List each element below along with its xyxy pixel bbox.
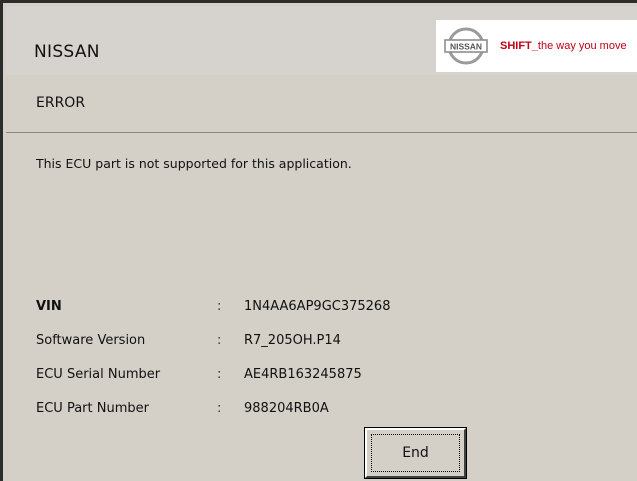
dialog-heading-bar: ERROR <box>6 75 637 133</box>
error-message: This ECU part is not supported for this … <box>36 156 352 171</box>
end-button[interactable]: End <box>365 428 466 478</box>
ecu-part-number-value: 988204RB0A <box>244 401 329 416</box>
ecu-serial-number-separator: : <box>217 367 222 382</box>
ecu-part-number-separator: : <box>217 401 222 416</box>
software-version-label: Software Version <box>36 333 146 348</box>
vin-separator: : <box>217 299 222 314</box>
software-version-row: Software Version : R7_205OH.P14 <box>3 333 637 353</box>
software-version-separator: : <box>217 333 222 348</box>
nissan-logo-banner: NISSAN SHIFT_the way you move <box>436 20 637 72</box>
app-window: NISSAN NISSAN SHIFT_the way you move ERR… <box>0 0 637 481</box>
vin-label: VIN <box>36 299 62 314</box>
svg-text:NISSAN: NISSAN <box>450 42 482 52</box>
ecu-part-number-label: ECU Part Number <box>36 401 149 416</box>
tagline-bold: SHIFT_ <box>500 40 538 52</box>
nissan-logo-icon: NISSAN <box>444 27 488 65</box>
ecu-serial-number-row: ECU Serial Number : AE4RB163245875 <box>3 367 637 387</box>
dialog-heading: ERROR <box>36 95 86 111</box>
software-version-value: R7_205OH.P14 <box>244 333 341 348</box>
ecu-serial-number-label: ECU Serial Number <box>36 367 161 382</box>
vin-value: 1N4AA6AP9GC375268 <box>244 299 391 314</box>
end-button-label: End <box>402 445 429 461</box>
ecu-serial-number-value: AE4RB163245875 <box>244 367 362 382</box>
header-bar: NISSAN NISSAN SHIFT_the way you move <box>6 6 637 76</box>
ecu-part-number-row: ECU Part Number : 988204RB0A <box>3 401 637 421</box>
tagline-rest: the way you move <box>537 40 627 52</box>
vin-row: VIN : 1N4AA6AP9GC375268 <box>3 299 637 319</box>
app-title: NISSAN <box>34 42 100 62</box>
brand-tagline: SHIFT_the way you move <box>500 40 627 52</box>
